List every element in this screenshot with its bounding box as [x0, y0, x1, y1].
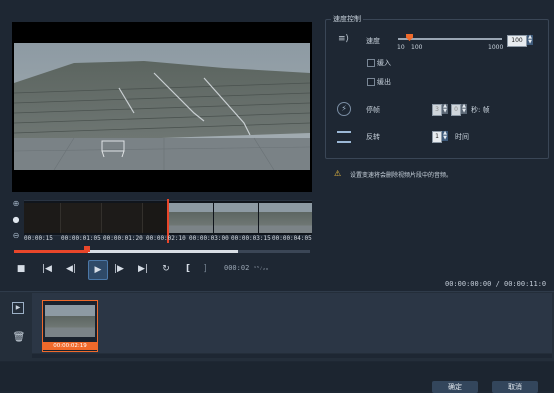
go-to-start-button[interactable]: |◀	[40, 262, 54, 276]
freeze-frames-stepper[interactable]: ▲ ▼	[461, 104, 467, 114]
speed-slider[interactable]	[398, 38, 502, 40]
ease-out-label: 缓出	[377, 78, 391, 86]
freeze-unit-label: 秒: 帧	[471, 106, 490, 114]
slider-max-label: 1000	[488, 44, 504, 51]
freeze-seconds-input[interactable]: 3	[432, 104, 442, 116]
reverse-label: 反转	[366, 133, 380, 141]
thumbnail	[169, 203, 213, 233]
timecode-label: 00:00:04:05	[272, 235, 312, 242]
repeat-button[interactable]: ↻	[159, 262, 173, 276]
timecode-label: 00:00:03:15	[231, 235, 271, 242]
reverse-unit-label: 时间	[455, 133, 469, 141]
scrub-progress	[14, 250, 88, 253]
speed-control-title: 速度控制	[331, 14, 363, 24]
timecode-label: 00:00:01:20	[103, 235, 143, 242]
ok-button[interactable]: 确定	[432, 381, 478, 393]
ease-out-checkbox[interactable]	[367, 78, 375, 86]
thumbnail	[259, 203, 312, 233]
zoom-slider-knob[interactable]: ●	[12, 216, 20, 224]
speed-icon: ≡⟩	[338, 34, 350, 44]
clip-thumbnail	[45, 305, 95, 337]
speed-input[interactable]: 100	[507, 35, 527, 47]
next-frame-button[interactable]: |▶	[112, 262, 126, 276]
stop-button[interactable]: ■	[14, 262, 28, 276]
video-frame-image	[14, 43, 310, 170]
reverse-icon	[337, 131, 351, 143]
reverse-count-input[interactable]: 1	[432, 131, 442, 143]
slider-min-label: 10	[397, 44, 405, 51]
video-track[interactable]	[32, 293, 552, 353]
go-to-end-button[interactable]: ▶|	[136, 262, 150, 276]
speed-label: 速度	[366, 37, 380, 45]
clip-duration-label: 00:00:02:19	[42, 342, 98, 350]
warning-icon: ⚠	[334, 169, 342, 178]
current-timecode-value: 000:02	[224, 264, 254, 272]
timecode-label: 00:00:03:00	[189, 235, 229, 242]
timeline-scrollbar[interactable]	[32, 354, 552, 358]
cancel-button[interactable]: 取消	[492, 381, 538, 393]
thumbnail	[143, 203, 167, 233]
zoom-out-icon[interactable]: ⊖	[12, 232, 20, 240]
freeze-frames-input[interactable]: 0	[451, 104, 461, 116]
freeze-frame-icon: ⚡	[337, 102, 351, 116]
thumbnail	[214, 203, 258, 233]
freeze-label: 停帧	[366, 106, 380, 114]
mark-out-button[interactable]: ]	[198, 262, 212, 276]
slider-mid-label: 100	[411, 44, 423, 51]
trim-range	[88, 250, 238, 253]
freeze-seconds-stepper[interactable]: ▲ ▼	[442, 104, 448, 114]
previous-frame-button[interactable]: ◀|	[64, 262, 78, 276]
thumbnail	[61, 203, 102, 233]
current-timecode[interactable]: 000:02 ¹⁵⁄₂₀	[224, 264, 269, 272]
timecode-label: 00:00:15	[24, 235, 53, 242]
ease-in-label: 缓入	[377, 59, 391, 67]
zoom-in-icon[interactable]: ⊕	[12, 200, 20, 208]
play-button[interactable]: ▶	[88, 260, 108, 280]
current-timecode-frames: ¹⁵⁄₂₀	[253, 266, 269, 272]
ease-in-checkbox[interactable]	[367, 59, 375, 67]
reverse-count-stepper[interactable]: ▲ ▼	[442, 131, 448, 141]
trash-icon[interactable]: 🗑	[12, 331, 26, 345]
thumbnail	[24, 203, 61, 233]
timecode-label: 00:00:02:10	[146, 235, 186, 242]
speed-stepper[interactable]: ▲ ▼	[527, 35, 533, 45]
timecode-label: 00:00:01:05	[61, 235, 101, 242]
thumbnail	[102, 203, 143, 233]
scrub-handle[interactable]	[84, 246, 90, 252]
warning-text: 设置变速将会删除视频片段中的音频。	[350, 172, 453, 179]
total-timecode: 00:00:00:00 / 00:00:11:0	[445, 280, 547, 288]
mark-in-button[interactable]: [	[181, 262, 195, 276]
insert-clip-icon[interactable]: ▶	[12, 302, 24, 314]
